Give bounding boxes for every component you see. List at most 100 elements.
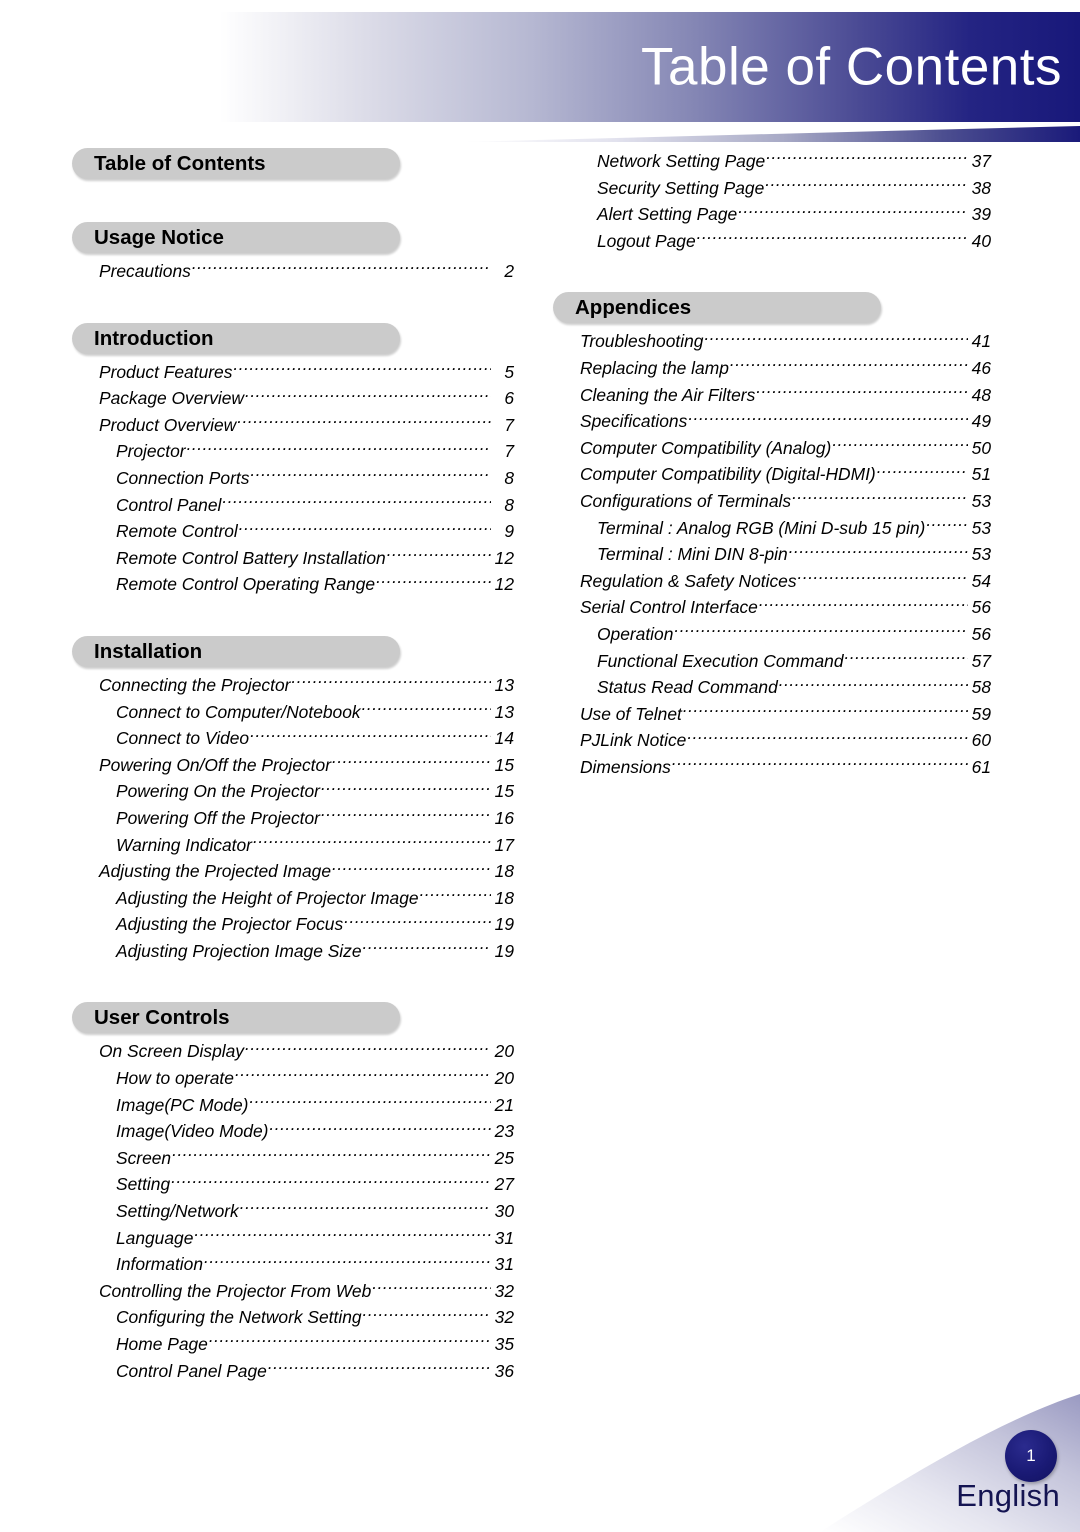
toc-dot-leader xyxy=(171,1173,491,1190)
toc-entry-page: 41 xyxy=(971,331,991,352)
toc-entry[interactable]: Powering Off the Projector 16 xyxy=(116,805,514,832)
toc-entry[interactable]: Configurations of Terminals 53 xyxy=(580,488,991,515)
toc-section-heading[interactable]: User Controls xyxy=(72,1002,400,1034)
toc-entry-title: Dimensions xyxy=(580,756,671,777)
toc-entry-page: 50 xyxy=(971,437,991,458)
toc-entry[interactable]: Setting 27 xyxy=(116,1171,514,1198)
toc-entry[interactable]: Security Setting Page 38 xyxy=(597,175,991,202)
toc-entry-page: 56 xyxy=(971,623,991,644)
toc-entry[interactable]: Product Features 5 xyxy=(99,359,514,386)
toc-dot-leader xyxy=(239,520,491,537)
toc-entry[interactable]: Setting/Network 30 xyxy=(116,1198,514,1225)
toc-entry[interactable]: Control Panel 8 xyxy=(116,492,514,519)
toc-entry-page: 54 xyxy=(971,570,991,591)
toc-entry-title: Troubleshooting xyxy=(580,331,704,352)
header-accent-bar xyxy=(460,126,1080,142)
toc-entry[interactable]: Regulation & Safety Notices 54 xyxy=(580,568,991,595)
toc-entry-title: Operation xyxy=(597,623,674,644)
toc-entry[interactable]: Connect to Video 14 xyxy=(116,725,514,752)
toc-dot-leader xyxy=(674,623,968,640)
toc-entry[interactable]: Functional Execution Command 57 xyxy=(597,648,991,675)
toc-entry[interactable]: Computer Compatibility (Digital-HDMI) 51 xyxy=(580,461,991,488)
toc-entry[interactable]: Network Setting Page 37 xyxy=(597,148,991,175)
toc-entry[interactable]: Connecting the Projector 13 xyxy=(99,672,514,699)
toc-entry-page: 60 xyxy=(971,730,991,751)
toc-entry[interactable]: Product Overview 7 xyxy=(99,412,514,439)
toc-entry[interactable]: Terminal : Analog RGB (Mini D-sub 15 pin… xyxy=(597,515,991,542)
toc-entry[interactable]: Computer Compatibility (Analog) 50 xyxy=(580,435,991,462)
toc-entry[interactable]: Control Panel Page 36 xyxy=(116,1358,514,1385)
toc-entry[interactable]: Adjusting the Projected Image 18 xyxy=(99,858,514,885)
toc-entry-title: Connecting the Projector xyxy=(99,674,291,695)
toc-entry-title: Powering On/Off the Projector xyxy=(99,754,331,775)
toc-entry-title: Terminal : Mini DIN 8-pin xyxy=(597,544,788,565)
toc-entry[interactable]: Cleaning the Air Filters 48 xyxy=(580,382,991,409)
toc-entry[interactable]: Warning Indicator 17 xyxy=(116,832,514,859)
toc-entry[interactable]: Adjusting Projection Image Size 19 xyxy=(116,938,514,965)
toc-entry[interactable]: Powering On/Off the Projector 15 xyxy=(99,752,514,779)
toc-entry-title: Functional Execution Command xyxy=(597,650,844,671)
toc-dot-leader xyxy=(756,383,968,400)
toc-entry[interactable]: Remote Control Battery Installation 12 xyxy=(116,545,514,572)
toc-entry-page: 61 xyxy=(971,756,991,777)
toc-entry[interactable]: Status Read Command 58 xyxy=(597,674,991,701)
toc-entry-title: Computer Compatibility (Digital-HDMI) xyxy=(580,464,876,485)
toc-dot-leader xyxy=(249,1093,491,1110)
toc-entry-page: 9 xyxy=(504,521,514,542)
toc-entry[interactable]: Configuring the Network Setting 32 xyxy=(116,1304,514,1331)
toc-section-heading[interactable]: Appendices xyxy=(553,292,881,324)
toc-entry[interactable]: Serial Control Interface 56 xyxy=(580,594,991,621)
toc-dot-leader xyxy=(209,1333,491,1350)
toc-entry[interactable]: PJLink Notice 60 xyxy=(580,727,991,754)
toc-entry[interactable]: Use of Telnet 59 xyxy=(580,701,991,728)
toc-entry[interactable]: Precautions 2 xyxy=(99,258,514,285)
toc-entry[interactable]: On Screen Display 20 xyxy=(99,1038,514,1065)
toc-dot-leader xyxy=(738,203,968,220)
toc-entry[interactable]: Adjusting the Height of Projector Image 1… xyxy=(116,885,514,912)
toc-dot-leader xyxy=(321,807,491,824)
toc-entry[interactable]: Connect to Computer/Notebook 13 xyxy=(116,699,514,726)
toc-entry-title: Image(PC Mode) xyxy=(116,1094,249,1115)
toc-section-heading[interactable]: Usage Notice xyxy=(72,222,400,253)
toc-entry-title: Connect to Video xyxy=(116,728,250,749)
toc-entry[interactable]: Connection Ports 8 xyxy=(116,465,514,492)
toc-entry[interactable]: Specifications 49 xyxy=(580,408,991,435)
toc-entry[interactable]: Replacing the lamp 46 xyxy=(580,355,991,382)
toc-entry-page: 53 xyxy=(971,517,991,538)
toc-section-heading[interactable]: Table of Contents xyxy=(72,148,400,179)
toc-entry[interactable]: Troubleshooting 41 xyxy=(580,328,991,355)
toc-entry[interactable]: Package Overview 6 xyxy=(99,385,514,412)
toc-entry-title: Screen xyxy=(116,1147,172,1168)
toc-dot-leader xyxy=(362,700,491,717)
toc-entry[interactable]: Logout Page 40 xyxy=(597,228,991,255)
toc-entry-title: Network Setting Page xyxy=(597,151,766,171)
toc-entry-page: 48 xyxy=(971,384,991,405)
toc-entry-page: 36 xyxy=(494,1360,514,1381)
toc-entry[interactable]: Image(Video Mode) 23 xyxy=(116,1118,514,1145)
toc-section-heading[interactable]: Introduction xyxy=(72,322,400,354)
toc-entry[interactable]: Home Page 35 xyxy=(116,1331,514,1358)
toc-entry-title: Product Overview xyxy=(99,414,237,435)
toc-entry[interactable]: Controlling the Projector From Web 32 xyxy=(99,1278,514,1305)
toc-entry[interactable]: Powering On the Projector 15 xyxy=(116,778,514,805)
toc-entry[interactable]: Dimensions 61 xyxy=(580,754,991,781)
toc-entry[interactable]: Language 31 xyxy=(116,1225,514,1252)
toc-entry[interactable]: Operation 56 xyxy=(597,621,991,648)
toc-entry[interactable]: Terminal : Mini DIN 8-pin 53 xyxy=(597,541,991,568)
toc-entry[interactable]: Remote Control Operating Range 12 xyxy=(116,571,514,598)
toc-entry[interactable]: Projector 7 xyxy=(116,438,514,465)
toc-entry-page: 37 xyxy=(971,151,991,171)
toc-entry[interactable]: Alert Setting Page 39 xyxy=(597,201,991,228)
toc-entry-page: 19 xyxy=(494,914,514,935)
toc-entry[interactable]: Information 31 xyxy=(116,1251,514,1278)
toc-entry[interactable]: Remote Control 9 xyxy=(116,518,514,545)
toc-dot-leader xyxy=(332,860,491,877)
toc-section-heading[interactable]: Installation xyxy=(72,635,400,667)
toc-entry[interactable]: Screen 25 xyxy=(116,1145,514,1172)
toc-entry[interactable]: Adjusting the Projector Focus 19 xyxy=(116,911,514,938)
toc-entry-page: 56 xyxy=(971,597,991,618)
toc-entry[interactable]: How to operate 20 xyxy=(116,1065,514,1092)
toc-entry[interactable]: Image(PC Mode) 21 xyxy=(116,1092,514,1119)
